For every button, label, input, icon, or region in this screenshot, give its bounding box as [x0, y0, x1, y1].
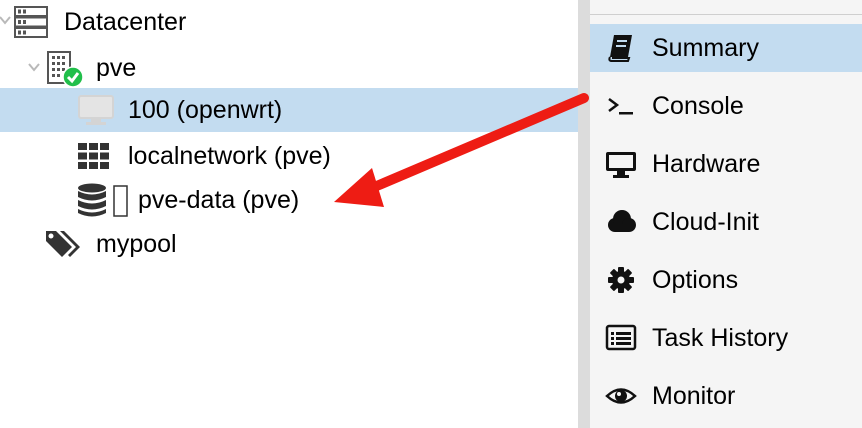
tree-node-pve[interactable]: pve	[0, 46, 578, 90]
vm-config-menu: Summary Console Hardware Cloud-Init Opti…	[590, 0, 862, 428]
menu-item-summary[interactable]: Summary	[590, 24, 862, 72]
menu-item-label: Monitor	[652, 381, 736, 410]
menu-item-options[interactable]: Options	[590, 256, 862, 304]
menu-item-task-history[interactable]: Task History	[590, 314, 862, 362]
book-icon	[604, 31, 638, 65]
tree-node-label: 100 (openwrt)	[128, 95, 283, 124]
tree-node-vm-100[interactable]: 100 (openwrt)	[0, 88, 578, 132]
menu-item-monitor[interactable]: Monitor	[590, 372, 862, 420]
tree-node-mypool[interactable]: mypool	[0, 222, 578, 266]
menu-item-label: Options	[652, 265, 739, 294]
tree-node-label: Datacenter	[64, 7, 187, 36]
tree-node-localnetwork[interactable]: localnetwork (pve)	[0, 134, 578, 178]
terminal-icon	[604, 89, 638, 123]
menu-item-label: Cloud-Init	[652, 207, 759, 236]
tree-node-label: pve-data (pve)	[138, 185, 300, 214]
menu-item-label: Summary	[652, 33, 759, 62]
panel-splitter[interactable]	[578, 0, 590, 428]
menu-item-label: Task History	[652, 323, 789, 352]
tree-node-label: localnetwork (pve)	[128, 141, 331, 170]
desktop-icon	[604, 147, 638, 181]
tree-node-label: mypool	[96, 229, 177, 258]
network-grid-icon	[76, 140, 112, 172]
list-alt-icon	[604, 321, 638, 355]
tree-node-datacenter[interactable]: Datacenter	[0, 0, 578, 44]
server-rack-icon	[13, 4, 49, 40]
tree-node-pve-data[interactable]: pve-data (pve)	[0, 178, 578, 222]
gear-icon	[604, 263, 638, 297]
cloud-icon	[604, 205, 638, 239]
tree-node-label: pve	[96, 53, 137, 82]
node-online-icon	[44, 50, 84, 88]
database-icon	[76, 182, 132, 220]
resource-tree: Datacenter pve 100 (openwrt) localnetwor…	[0, 0, 578, 428]
eye-icon	[604, 379, 638, 413]
monitor-icon	[76, 92, 116, 128]
tags-icon	[44, 226, 84, 262]
menu-item-label: Hardware	[652, 149, 761, 178]
menu-separator	[590, 14, 862, 15]
menu-item-hardware[interactable]: Hardware	[590, 140, 862, 188]
menu-item-cloud-init[interactable]: Cloud-Init	[590, 198, 862, 246]
menu-item-label: Console	[652, 91, 744, 120]
menu-item-console[interactable]: Console	[590, 82, 862, 130]
